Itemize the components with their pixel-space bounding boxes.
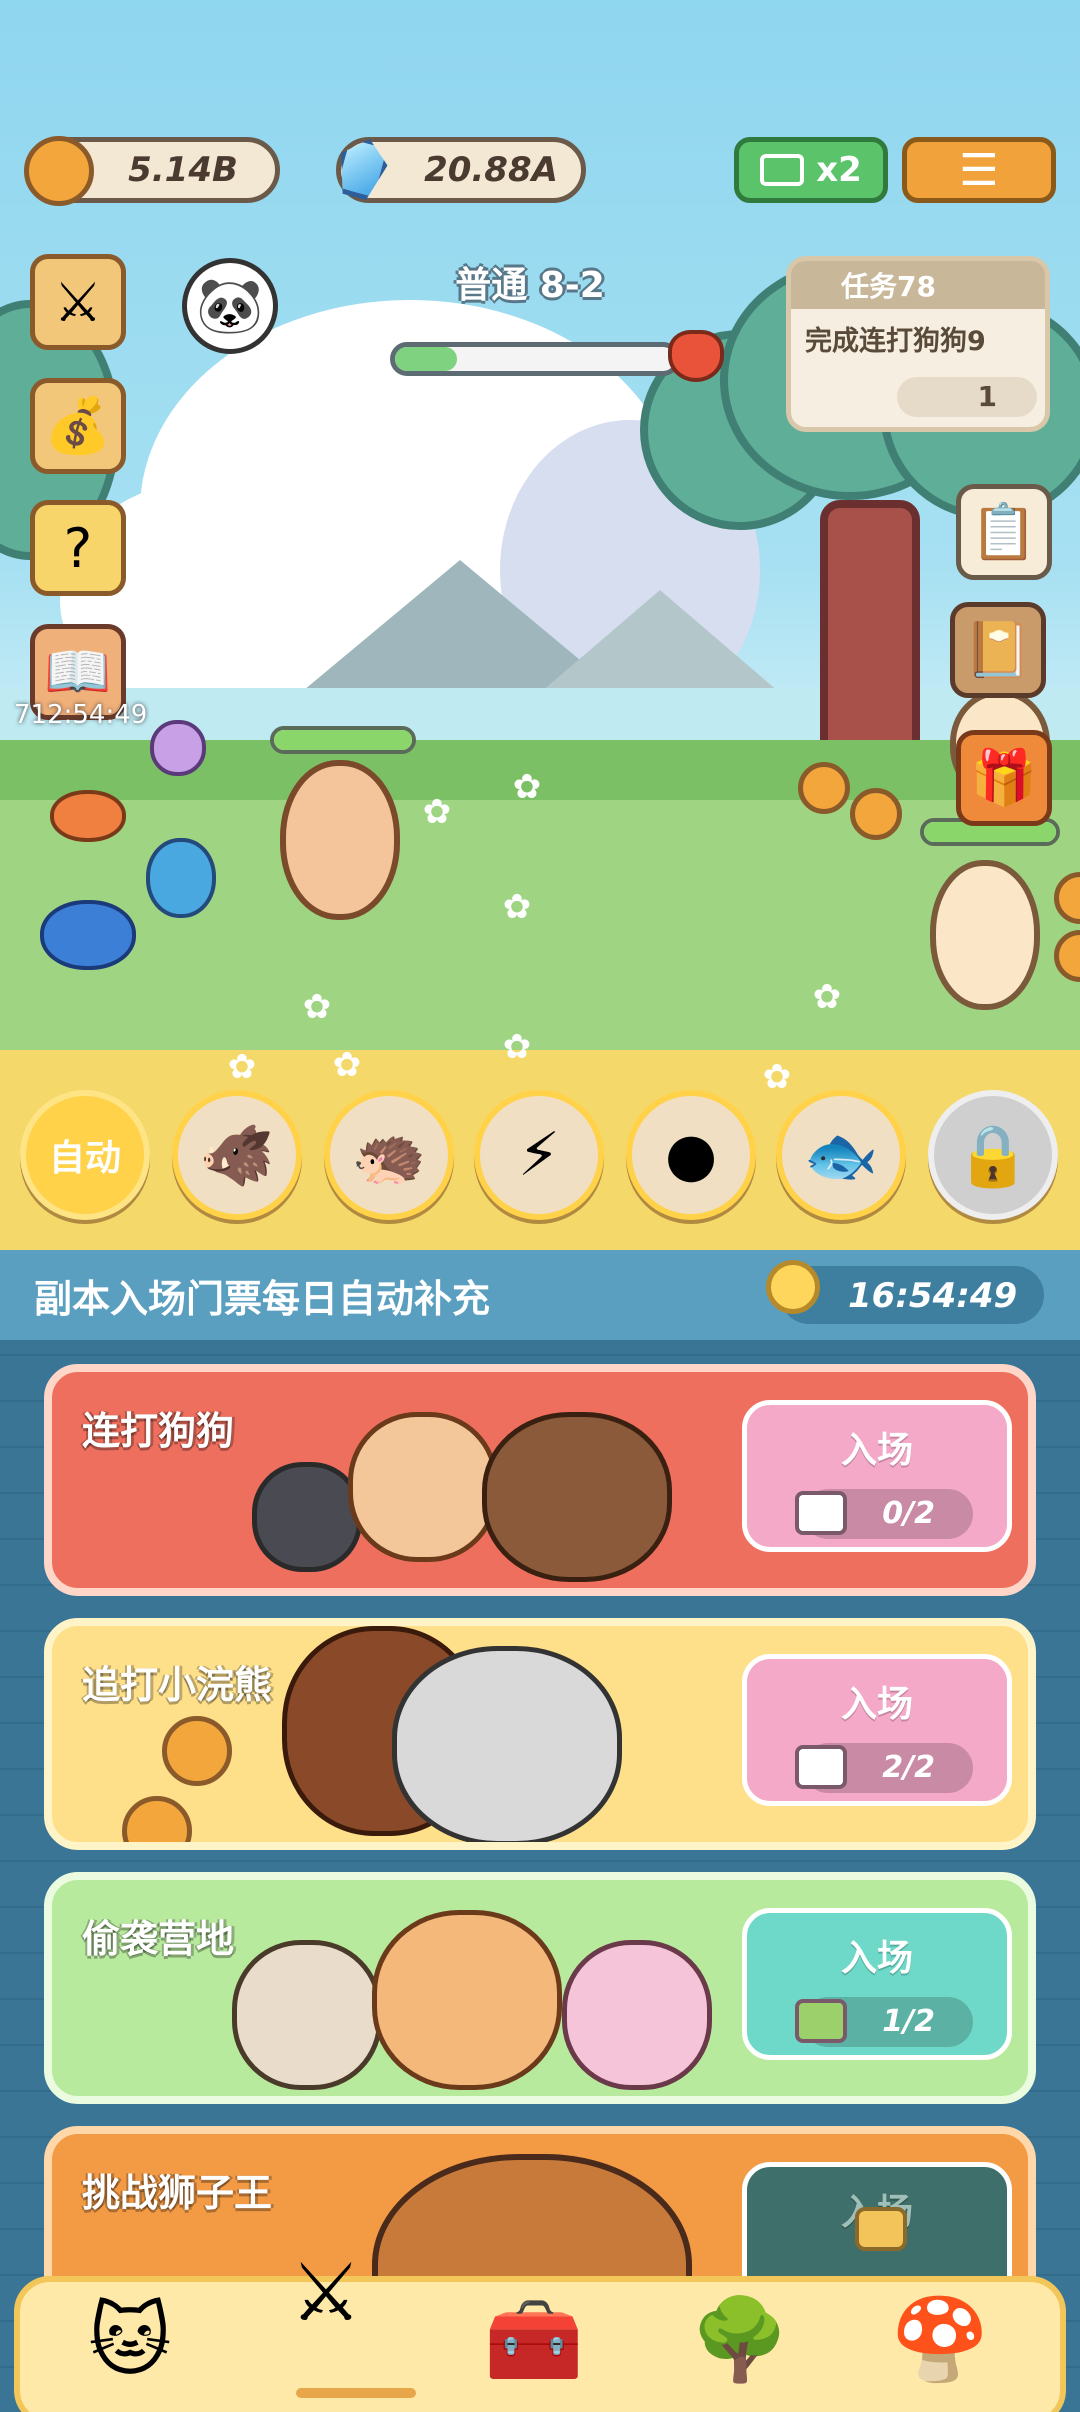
enemy-corgi [930, 860, 1040, 1010]
boss-icon [668, 330, 724, 382]
gift-icon[interactable]: 🎁 [956, 730, 1052, 826]
chest-icon[interactable]: 🧰 [464, 2270, 604, 2410]
quest-description: 完成连打狗狗9 [805, 326, 986, 357]
battle-icon[interactable]: ⚔ [256, 2222, 396, 2362]
dungeon-card[interactable]: 偷袭营地 入场 1/2 [44, 1872, 1036, 2104]
coin-drop [850, 788, 902, 840]
clock-icon [766, 1260, 820, 1314]
house-icon[interactable]: 🍄 [870, 2270, 1010, 2410]
pet-siamese [232, 1940, 382, 2090]
checklist-icon[interactable]: 📋 [956, 484, 1052, 580]
tree-icon[interactable]: 🌳 [670, 2270, 810, 2410]
coin-icon [24, 136, 94, 206]
pet-pink-cat [562, 1940, 712, 2090]
coin-decoration [162, 1716, 232, 1786]
flower: ✿ [502, 887, 532, 927]
coin-amount: 5.14B [128, 150, 238, 190]
stage-progress-bar [390, 342, 680, 376]
mole-icon[interactable]: ● [626, 1090, 756, 1220]
hedgehog-icon[interactable]: 🦔 [324, 1090, 454, 1220]
mystery-box-icon[interactable]: ? [30, 500, 126, 596]
ticket-icon [795, 1999, 847, 2043]
ally-hedgehog [40, 900, 136, 970]
video-icon [760, 154, 805, 186]
flower: ✿ [502, 1027, 532, 1067]
video-icon [795, 1745, 847, 1789]
enter-label: 入场 [840, 1684, 913, 1725]
lock-icon [855, 2207, 907, 2251]
fish-icon[interactable]: 🐟 [776, 1090, 906, 1220]
boar-icon[interactable]: 🐗 [172, 1090, 302, 1220]
banner-text: 副本入场门票每日自动补充 [34, 1277, 491, 1321]
menu-button[interactable]: ☰ [902, 137, 1056, 203]
dungeon-card[interactable]: 连打狗狗 入场 0/2 [44, 1364, 1036, 1596]
dungeon-title: 挑战狮子王 [82, 2171, 273, 2215]
dungeon-title: 追打小浣熊 [82, 1663, 273, 1707]
enter-label: 入场 [840, 1938, 913, 1979]
flower: ✿ [812, 977, 842, 1017]
speed-label: x2 [816, 150, 862, 190]
active-tab-indicator [296, 2388, 416, 2398]
enter-button[interactable]: 入场 0/2 [742, 1400, 1012, 1552]
ticket-refill-banner: 副本入场门票每日自动补充 16:54:49 [0, 1250, 1080, 1340]
pet-husky [252, 1462, 362, 1572]
pet-corgi [482, 1412, 672, 1582]
player-cat [280, 760, 400, 920]
flower: ✿ [332, 1045, 362, 1085]
flower: ✿ [512, 767, 542, 807]
gem-amount: 20.88A [424, 150, 558, 190]
quest-card[interactable]: 任务78 完成连打狗狗9 1 [786, 256, 1050, 432]
pet-orange-cat [372, 1910, 562, 2090]
ally-bird [146, 838, 216, 918]
treasure-chest-icon[interactable]: 💰 [30, 378, 126, 474]
pet-shiba [348, 1412, 498, 1562]
panda-avatar-icon[interactable]: 🐼 [182, 258, 278, 354]
dungeon-list[interactable]: 连打狗狗 入场 0/2 追打小浣熊 入场 2/2 偷袭营地 入场 1/2 挑战狮… [0, 1340, 1080, 2412]
player-hp-bar [270, 726, 416, 754]
dungeon-card[interactable]: 追打小浣熊 入场 2/2 [44, 1618, 1036, 1850]
lock-icon[interactable]: 🔒 [928, 1090, 1058, 1220]
dungeon-title: 连打狗狗 [82, 1409, 235, 1453]
flower: ✿ [422, 792, 452, 832]
enter-button[interactable]: 入场 1/2 [742, 1908, 1012, 2060]
cat-album-icon[interactable]: 📔 [950, 602, 1046, 698]
cats-icon[interactable]: 🐱 [60, 2270, 200, 2410]
tree-trunk [820, 500, 920, 760]
refill-timer: 16:54:49 [848, 1276, 1018, 1316]
quest-title: 任务78 [791, 261, 1045, 309]
coin-decoration [122, 1796, 192, 1842]
video-icon [795, 1491, 847, 1535]
flower: ✿ [227, 1047, 257, 1087]
pet-raccoon [392, 1646, 622, 1842]
event-countdown: 712:54:49 [14, 700, 148, 730]
stage-name: 普通 8-2 [455, 265, 605, 306]
equipment-icon[interactable]: ⚔ [30, 254, 126, 350]
auto-toggle[interactable]: 自动 [20, 1090, 150, 1220]
enter-button[interactable]: 入场 2/2 [742, 1654, 1012, 1806]
flower: ✿ [762, 1057, 792, 1097]
quest-count: 1 [897, 377, 1037, 417]
ally-bunny [150, 720, 206, 776]
ally-slime [50, 790, 126, 842]
lightning-icon[interactable]: ⚡ [474, 1090, 604, 1220]
enter-label: 入场 [840, 1430, 913, 1471]
flower: ✿ [302, 987, 332, 1027]
dungeon-title: 偷袭营地 [82, 1917, 235, 1961]
menu-icon: ☰ [959, 144, 999, 196]
coin-drop [798, 762, 850, 814]
double-speed-button[interactable]: x2 [734, 137, 888, 203]
